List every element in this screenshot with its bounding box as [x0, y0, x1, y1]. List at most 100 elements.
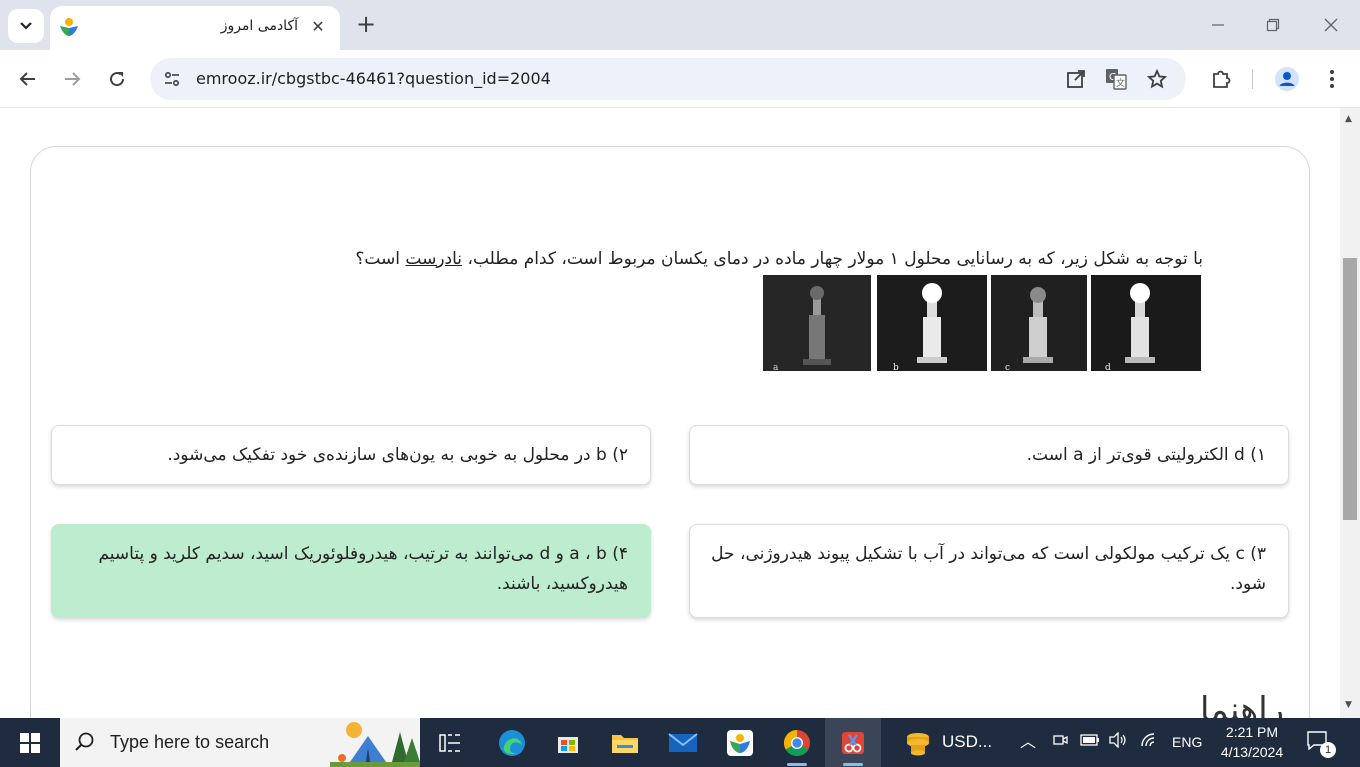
usd-app[interactable]	[890, 718, 946, 767]
site-info-button[interactable]	[160, 67, 184, 91]
windows-taskbar: Type here to search USD... ︿ ENG 2:21 PM…	[0, 718, 1360, 767]
tab-close-icon[interactable]: ✕	[308, 16, 328, 36]
puzzle-icon	[1213, 70, 1231, 88]
close-icon	[1324, 18, 1338, 32]
browser-toolbar: emrooz.ir/cbgstbc-46461?question_id=2004…	[0, 50, 1360, 108]
answer-option-3-text: ۳) c یک ترکیب مولکولی است که می‌تواند در…	[711, 544, 1266, 594]
scroll-down-arrow-icon[interactable]: ▼	[1345, 700, 1352, 710]
edge-icon	[499, 729, 525, 756]
answer-option-4-correct[interactable]: ۴) a ، b و d می‌توانند به ترتیب، هیدروفل…	[51, 524, 651, 618]
mail-icon	[668, 732, 698, 752]
question-card: با توجه به شکل زیر، که به رسانایی محلول …	[30, 146, 1310, 718]
taskbar-clock[interactable]: 2:21 PM 4/13/2024	[1212, 722, 1292, 762]
answer-option-3[interactable]: ۳) c یک ترکیب مولکولی است که می‌تواند در…	[689, 524, 1289, 618]
chrome-app[interactable]	[769, 718, 825, 767]
restore-button[interactable]	[1258, 12, 1288, 38]
question-underlined-word: نادرست	[405, 249, 463, 269]
file-explorer-app[interactable]	[597, 718, 653, 767]
microsoft-store-app[interactable]	[540, 718, 596, 767]
notification-center-button[interactable]: 1	[1306, 730, 1336, 758]
more-vert-icon	[1330, 70, 1334, 88]
answer-option-2-text: ۲) b در محلول به خوبی به یون‌های سازنده‌…	[167, 445, 628, 465]
taskbar-search-box[interactable]: Type here to search	[60, 718, 420, 767]
conductivity-figure: a b c d	[763, 275, 1203, 375]
tune-icon	[164, 71, 180, 87]
screen-capture-app[interactable]	[825, 718, 881, 767]
answer-option-4-text: ۴) a ، b و d می‌توانند به ترتیب، هیدروفل…	[98, 544, 628, 594]
conductivity-photo-b: b	[877, 275, 987, 371]
search-placeholder: Type here to search	[110, 732, 270, 752]
meet-now-icon[interactable]	[1052, 732, 1068, 751]
task-view-icon	[439, 733, 460, 752]
address-bar[interactable]: emrooz.ir/cbgstbc-46461?question_id=2004…	[150, 58, 1186, 100]
translate-button[interactable]: G 文	[1104, 67, 1128, 91]
site-favicon-icon	[60, 18, 78, 36]
page-scrollbar[interactable]: ▲ ▼	[1340, 108, 1360, 718]
emrooz-logo-icon	[727, 729, 753, 756]
windows-logo-icon	[20, 732, 40, 753]
open-external-icon	[1067, 70, 1085, 88]
minimize-button[interactable]	[1203, 12, 1233, 38]
arrow-left-icon	[19, 72, 35, 86]
store-icon	[558, 736, 578, 753]
start-button[interactable]	[0, 718, 60, 767]
edge-app[interactable]	[484, 718, 540, 767]
answer-option-2[interactable]: ۲) b در محلول به خوبی به یون‌های سازنده‌…	[51, 425, 651, 485]
clock-time: 2:21 PM	[1225, 724, 1279, 740]
answer-option-1-text: ۱) d الکترولیتی قوی‌تر از a است.	[1026, 445, 1266, 465]
profile-button[interactable]	[1273, 65, 1301, 93]
wifi-icon[interactable]	[1140, 732, 1160, 751]
conductivity-photo-d: d	[1091, 275, 1201, 371]
avatar-icon	[1275, 67, 1299, 91]
emrooz-app[interactable]	[712, 718, 768, 767]
language-indicator[interactable]: ENG	[1172, 734, 1202, 750]
tab-search-button[interactable]	[8, 9, 44, 43]
clock-date: 4/13/2024	[1220, 744, 1284, 760]
svg-text:文: 文	[1116, 77, 1125, 89]
search-icon	[75, 732, 94, 751]
forward-button[interactable]	[56, 63, 88, 95]
camping-illustration-icon	[330, 722, 420, 767]
figure-label-d: d	[1105, 363, 1111, 371]
chevron-down-icon	[20, 22, 32, 30]
chrome-icon	[783, 729, 810, 756]
page-viewport: با توجه به شکل زیر، که به رسانایی محلول …	[0, 108, 1340, 718]
tab-title: آکادمی امروز	[220, 18, 298, 34]
bookmark-button[interactable]	[1145, 67, 1169, 91]
open-in-app-button[interactable]	[1064, 67, 1088, 91]
scissors-icon	[842, 731, 864, 754]
figure-label-a: a	[773, 363, 779, 371]
tab-strip: آکادمی امروز ✕ +	[0, 0, 1360, 50]
minimize-icon	[1212, 24, 1224, 26]
scrollbar-thumb[interactable]	[1343, 258, 1357, 520]
usd-app-label: USD...	[942, 732, 993, 751]
answer-option-1[interactable]: ۱) d الکترولیتی قوی‌تر از a است.	[689, 425, 1289, 485]
reload-icon	[110, 72, 125, 87]
conductivity-photo-c: c	[991, 275, 1087, 371]
question-text-before: با توجه به شکل زیر، که به رسانایی محلول …	[462, 249, 1203, 269]
arrow-right-icon	[65, 72, 81, 86]
volume-icon[interactable]	[1108, 731, 1128, 751]
next-section-heading: راهنما	[1200, 690, 1285, 718]
new-tab-button[interactable]: +	[352, 10, 380, 38]
close-window-button[interactable]	[1316, 12, 1346, 38]
notification-count-badge: 1	[1320, 742, 1336, 758]
translate-icon: G 文	[1106, 69, 1127, 90]
extensions-button[interactable]	[1207, 65, 1235, 93]
reload-button[interactable]	[101, 63, 133, 95]
coins-icon	[907, 732, 929, 755]
toolbar-separator	[1252, 69, 1253, 89]
question-text-after: است؟	[355, 249, 406, 269]
back-button[interactable]	[12, 63, 44, 95]
battery-icon[interactable]	[1080, 733, 1100, 750]
scroll-up-arrow-icon[interactable]: ▲	[1345, 114, 1352, 124]
mail-app[interactable]	[655, 718, 711, 767]
figure-label-b: b	[893, 363, 899, 371]
browser-tab-active[interactable]: آکادمی امروز ✕	[50, 6, 340, 50]
browser-menu-button[interactable]	[1318, 65, 1346, 93]
show-hidden-icons-button[interactable]: ︿	[1020, 728, 1036, 752]
url-text: emrooz.ir/cbgstbc-46461?question_id=2004	[196, 69, 551, 88]
star-icon	[1147, 69, 1167, 89]
task-view-button[interactable]	[422, 718, 478, 767]
figure-label-c: c	[1005, 363, 1011, 371]
